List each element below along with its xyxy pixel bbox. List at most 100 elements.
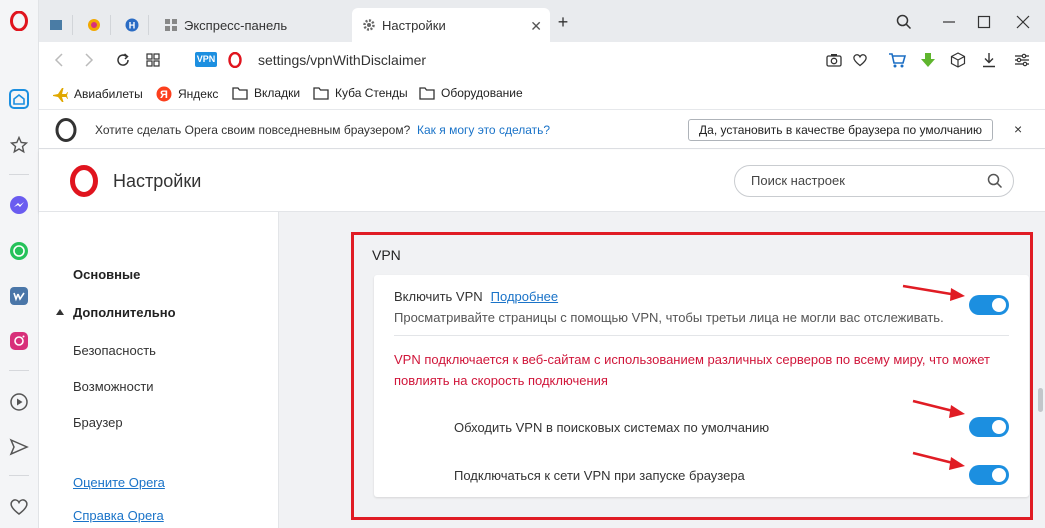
site-favicon-icon [50,20,62,30]
opera-sidebar [0,0,39,528]
back-icon[interactable] [49,50,69,70]
gear-icon [363,19,375,31]
scrollbar-thumb[interactable] [1038,388,1043,412]
grid-icon [165,19,177,31]
settings-search-input[interactable] [751,173,971,188]
new-tab-button[interactable]: + [553,12,573,32]
tab-speed-dial[interactable]: Экспресс-панель [154,8,350,42]
svg-text:H: H [129,21,136,31]
search-tabs-icon[interactable] [894,12,914,32]
opera-logo-icon [55,118,77,142]
bypass-vpn-toggle[interactable] [969,417,1009,437]
close-tab-icon[interactable]: ✕ [530,18,542,35]
star-icon[interactable] [7,133,31,157]
bookmark-aviabilety[interactable]: Авиабилеты [52,86,143,102]
settings-nav: Основные Дополнительно Безопасность Возм… [39,212,279,528]
favorite-heart-icon[interactable] [850,50,870,70]
nav-features[interactable]: Возможности [73,379,154,394]
opera-menu-icon[interactable] [7,9,31,33]
folder-icon [419,87,435,100]
tab-label: Экспресс-панель [184,17,288,33]
download-extension-icon[interactable] [918,50,938,70]
bookmark-label: Куба Стенды [335,86,408,100]
opera-logo-icon [225,50,245,70]
messenger-icon[interactable] [7,193,31,217]
whatsapp-icon[interactable] [7,239,31,263]
folder-icon [313,87,329,100]
bookmark-label: Яндекс [178,87,219,101]
opera-logo-icon [70,165,98,197]
close-infobar-icon[interactable]: × [1014,121,1022,137]
minimize-icon[interactable] [939,12,959,32]
connect-on-start-label: Подключаться к сети VPN при запуске брау… [454,468,745,483]
connect-on-start-toggle[interactable] [969,465,1009,485]
heart-icon[interactable] [7,495,31,519]
settings-content: VPN Включить VPN Подробнее Просматривайте… [279,212,1036,528]
player-icon[interactable] [7,390,31,414]
infobar-message: Хотите сделать Opera своим повседневным … [95,123,411,137]
tab-pinned-3[interactable]: H [115,15,149,35]
default-browser-infobar: Хотите сделать Opera своим повседневным … [39,111,1045,149]
triangle-up-icon [56,309,64,315]
tab-settings[interactable]: Настройки ✕ [352,8,550,42]
reload-icon[interactable] [113,50,133,70]
nav-browser[interactable]: Браузер [73,415,123,430]
cart-icon[interactable] [887,50,907,70]
bookmark-kuba-stendy[interactable]: Куба Стенды [313,86,408,100]
tab-pinned-2[interactable] [77,15,111,35]
divider [394,335,1009,336]
annotation-arrow-icon [902,284,965,301]
downloads-icon[interactable] [979,50,999,70]
address-bar: VPN settings/vpnWithDisclaimer [39,42,1045,78]
forward-icon[interactable] [79,50,99,70]
home-icon[interactable] [7,87,31,111]
yandex-icon: Я [156,86,172,102]
enable-vpn-toggle[interactable] [969,295,1009,315]
learn-more-link[interactable]: Подробнее [491,289,558,304]
camera-icon[interactable] [824,50,844,70]
tab-label: Настройки [382,17,446,33]
url-text[interactable]: settings/vpnWithDisclaimer [258,52,426,68]
bookmarks-bar: Авиабилеты Я Яндекс Вкладки Куба Стенды … [39,78,1045,110]
enable-vpn-row: Включить VPN Подробнее [394,289,558,304]
bookmark-label: Оборудование [441,86,523,100]
bookmark-label: Авиабилеты [74,87,143,101]
rate-opera-link[interactable]: Оцените Opera [73,475,165,490]
scrollbar[interactable] [1036,212,1045,528]
how-to-link[interactable]: Как я могу это сделать? [417,123,550,137]
enable-vpn-label: Включить VPN [394,289,483,304]
enable-vpn-description: Просматривайте страницы с помощью VPN, ч… [394,310,944,325]
page-title: Настройки [113,171,202,191]
tab-pinned-1[interactable] [39,15,73,35]
bypass-vpn-label: Обходить VPN в поисковых системах по умо… [454,420,770,435]
nav-advanced[interactable]: Дополнительно [73,305,176,320]
folder-icon [232,87,248,100]
easy-setup-icon[interactable] [1012,50,1032,70]
settings-header: Настройки [39,150,1045,212]
annotation-arrow-icon [912,399,965,418]
tabs-grid-icon[interactable] [143,50,163,70]
section-title-vpn: VPN [372,247,401,263]
bookmark-oborudovanie[interactable]: Оборудование [419,86,523,100]
close-window-icon[interactable] [1013,12,1033,32]
nav-basic[interactable]: Основные [73,267,140,282]
maximize-icon[interactable] [974,12,994,32]
vpn-badge[interactable]: VPN [195,52,217,67]
tab-bar: H Экспресс-панель Настройки ✕ + [39,0,1045,42]
opera-help-link[interactable]: Справка Opera [73,508,164,523]
svg-text:Я: Я [160,89,168,101]
bookmark-label: Вкладки [254,86,301,100]
bookmark-vkladki[interactable]: Вкладки [232,86,300,100]
plane-icon [53,88,68,102]
vpn-warning-text: VPN подключается к веб-сайтам с использо… [394,352,991,388]
settings-search-box[interactable] [734,165,1014,197]
search-icon[interactable] [987,173,1003,189]
vk-icon[interactable] [7,284,31,308]
send-icon[interactable] [7,435,31,459]
nav-security[interactable]: Безопасность [73,343,156,358]
cube-icon[interactable] [948,50,968,70]
set-default-button[interactable]: Да, установить в качестве браузера по ум… [688,119,993,141]
bookmark-yandex[interactable]: Я Яндекс [156,86,218,102]
annotation-arrow-icon [912,451,965,470]
instagram-icon[interactable] [7,329,31,353]
